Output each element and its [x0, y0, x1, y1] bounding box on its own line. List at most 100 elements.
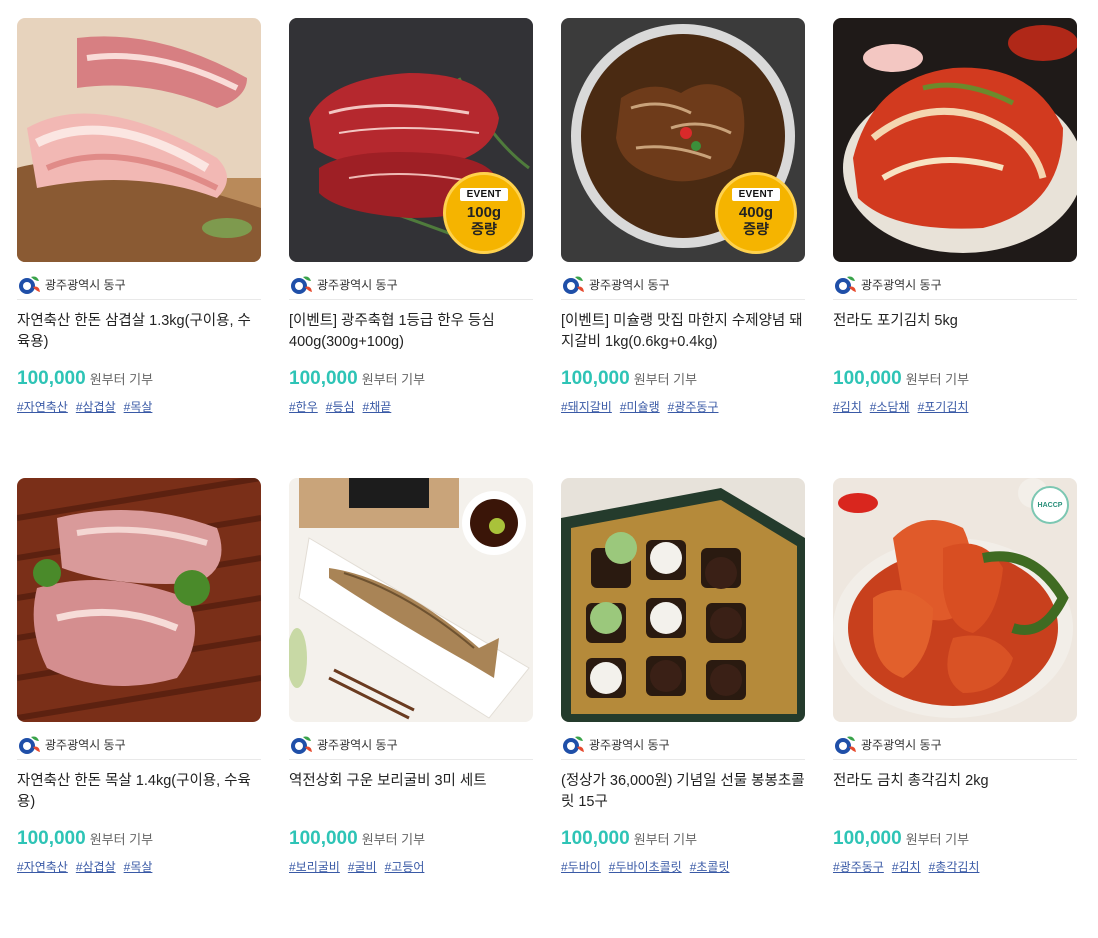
- district-logo-icon: [291, 276, 312, 294]
- seller-name: 광주광역시 동구: [589, 278, 670, 292]
- seller-name: 광주광역시 동구: [589, 738, 670, 752]
- tag-link[interactable]: #목살: [124, 398, 153, 415]
- tag-list: #돼지갈비 #미슐랭 #광주동구: [561, 398, 805, 415]
- price-suffix: 원부터 기부: [89, 832, 154, 847]
- district-logo-icon: [835, 276, 856, 294]
- product-image[interactable]: [17, 478, 261, 722]
- tag-link[interactable]: #보리굴비: [289, 858, 340, 875]
- seller-row: 광주광역시 동구: [833, 722, 1077, 760]
- price-suffix: 원부터 기부: [633, 832, 698, 847]
- tag-link[interactable]: #광주동구: [833, 858, 884, 875]
- seller-name: 광주광역시 동구: [861, 738, 942, 752]
- tag-link[interactable]: #돼지갈비: [561, 398, 612, 415]
- tag-list: #자연축산 #삼겹살 #목살: [17, 858, 261, 875]
- product-price: 100,000: [17, 828, 86, 849]
- seller-row: 광주광역시 동구: [17, 722, 261, 760]
- product-image[interactable]: HACCP: [833, 478, 1077, 722]
- product-card[interactable]: 광주광역시 동구 자연축산 한돈 목살 1.4kg(구이용, 수육용) 100,…: [17, 478, 261, 938]
- tag-link[interactable]: #자연축산: [17, 858, 68, 875]
- tag-link[interactable]: #삼겹살: [76, 858, 116, 875]
- product-card[interactable]: EVENT 400g 증량 광주광역시 동구 [이벤트] 미슐랭 맛집 마한지 …: [561, 18, 805, 478]
- seller-row: 광주광역시 동구: [289, 722, 533, 760]
- product-price: 100,000: [833, 368, 902, 389]
- product-card[interactable]: EVENT 100g 증량 광주광역시 동구 [이벤트] 광주축협 1등급 한우…: [289, 18, 533, 478]
- tag-link[interactable]: #굴비: [348, 858, 377, 875]
- seller-name: 광주광역시 동구: [45, 738, 126, 752]
- product-image[interactable]: EVENT 100g 증량: [289, 18, 533, 262]
- product-title[interactable]: (정상가 36,000원) 기념일 선물 봉봉초콜릿 15구: [561, 771, 805, 813]
- event-badge-amount: 100g: [466, 204, 502, 221]
- product-image[interactable]: [289, 478, 533, 722]
- product-card[interactable]: HACCP 광주광역시 동구 전라도 금치 총각김치 2kg 100,000 원…: [833, 478, 1077, 938]
- product-price: 100,000: [289, 368, 358, 389]
- product-grid: 광주광역시 동구 자연축산 한돈 삼겹살 1.3kg(구이용, 수육용) 100…: [17, 18, 1077, 938]
- product-image[interactable]: [17, 18, 261, 262]
- seller-name: 광주광역시 동구: [317, 278, 398, 292]
- price-row: 100,000 원부터 기부: [561, 828, 805, 850]
- tag-link[interactable]: #목살: [124, 858, 153, 875]
- tag-link[interactable]: #김치: [892, 858, 921, 875]
- tag-link[interactable]: #총각김치: [929, 858, 980, 875]
- tag-link[interactable]: #자연축산: [17, 398, 68, 415]
- haccp-badge: HACCP: [1031, 486, 1069, 524]
- tag-link[interactable]: #등심: [326, 398, 355, 415]
- product-card[interactable]: 광주광역시 동구 전라도 포기김치 5kg 100,000 원부터 기부 #김치…: [833, 18, 1077, 478]
- event-badge-text: 증량: [471, 221, 497, 237]
- tag-link[interactable]: #고등어: [385, 858, 425, 875]
- product-price: 100,000: [17, 368, 86, 389]
- tag-link[interactable]: #광주동구: [668, 398, 719, 415]
- event-badge: EVENT 400g 증량: [715, 172, 797, 254]
- district-logo-icon: [291, 736, 312, 754]
- tag-link[interactable]: #두바이: [561, 858, 601, 875]
- price-suffix: 원부터 기부: [89, 372, 154, 387]
- product-image[interactable]: EVENT 400g 증량: [561, 18, 805, 262]
- tag-link[interactable]: #삼겹살: [76, 398, 116, 415]
- price-suffix: 원부터 기부: [361, 372, 426, 387]
- product-image[interactable]: [561, 478, 805, 722]
- event-badge-text: 증량: [743, 221, 769, 237]
- seller-name: 광주광역시 동구: [45, 278, 126, 292]
- tag-link[interactable]: #포기김치: [918, 398, 969, 415]
- product-card[interactable]: 광주광역시 동구 자연축산 한돈 삼겹살 1.3kg(구이용, 수육용) 100…: [17, 18, 261, 478]
- seller-name: 광주광역시 동구: [861, 278, 942, 292]
- product-card[interactable]: 광주광역시 동구 (정상가 36,000원) 기념일 선물 봉봉초콜릿 15구 …: [561, 478, 805, 938]
- product-title[interactable]: [이벤트] 미슐랭 맛집 마한지 수제양념 돼지갈비 1kg(0.6kg+0.4…: [561, 311, 805, 353]
- tag-link[interactable]: #김치: [833, 398, 862, 415]
- product-title[interactable]: 전라도 포기김치 5kg: [833, 311, 1077, 353]
- event-badge-label: EVENT: [731, 188, 781, 201]
- product-card[interactable]: 광주광역시 동구 역전상회 구운 보리굴비 3미 세트 100,000 원부터 …: [289, 478, 533, 938]
- price-row: 100,000 원부터 기부: [289, 828, 533, 850]
- tag-list: #광주동구 #김치 #총각김치: [833, 858, 1077, 875]
- tag-link[interactable]: #채끝: [363, 398, 392, 415]
- product-price: 100,000: [833, 828, 902, 849]
- tag-link[interactable]: #초콜릿: [690, 858, 730, 875]
- price-row: 100,000 원부터 기부: [17, 828, 261, 850]
- event-badge-amount: 400g: [738, 204, 774, 221]
- district-logo-icon: [19, 736, 40, 754]
- seller-row: 광주광역시 동구: [833, 262, 1077, 300]
- tag-list: #자연축산 #삼겹살 #목살: [17, 398, 261, 415]
- price-row: 100,000 원부터 기부: [833, 368, 1077, 390]
- product-title[interactable]: [이벤트] 광주축협 1등급 한우 등심 400g(300g+100g): [289, 311, 533, 353]
- tag-link[interactable]: #두바이초콜릿: [609, 858, 682, 875]
- price-suffix: 원부터 기부: [633, 372, 698, 387]
- tag-link[interactable]: #미슐랭: [620, 398, 660, 415]
- tag-list: #김치 #소담채 #포기김치: [833, 398, 1077, 415]
- tag-list: #보리굴비 #굴비 #고등어: [289, 858, 533, 875]
- product-image[interactable]: [833, 18, 1077, 262]
- product-price: 100,000: [289, 828, 358, 849]
- product-title[interactable]: 전라도 금치 총각김치 2kg: [833, 771, 1077, 813]
- product-title[interactable]: 자연축산 한돈 삼겹살 1.3kg(구이용, 수육용): [17, 311, 261, 353]
- seller-row: 광주광역시 동구: [17, 262, 261, 300]
- price-suffix: 원부터 기부: [905, 372, 970, 387]
- event-badge: EVENT 100g 증량: [443, 172, 525, 254]
- district-logo-icon: [563, 736, 584, 754]
- price-row: 100,000 원부터 기부: [289, 368, 533, 390]
- tag-list: #두바이 #두바이초콜릿 #초콜릿: [561, 858, 805, 875]
- product-title[interactable]: 역전상회 구운 보리굴비 3미 세트: [289, 771, 533, 813]
- tag-link[interactable]: #소담채: [870, 398, 910, 415]
- product-title[interactable]: 자연축산 한돈 목살 1.4kg(구이용, 수육용): [17, 771, 261, 813]
- price-row: 100,000 원부터 기부: [17, 368, 261, 390]
- seller-row: 광주광역시 동구: [561, 722, 805, 760]
- tag-link[interactable]: #한우: [289, 398, 318, 415]
